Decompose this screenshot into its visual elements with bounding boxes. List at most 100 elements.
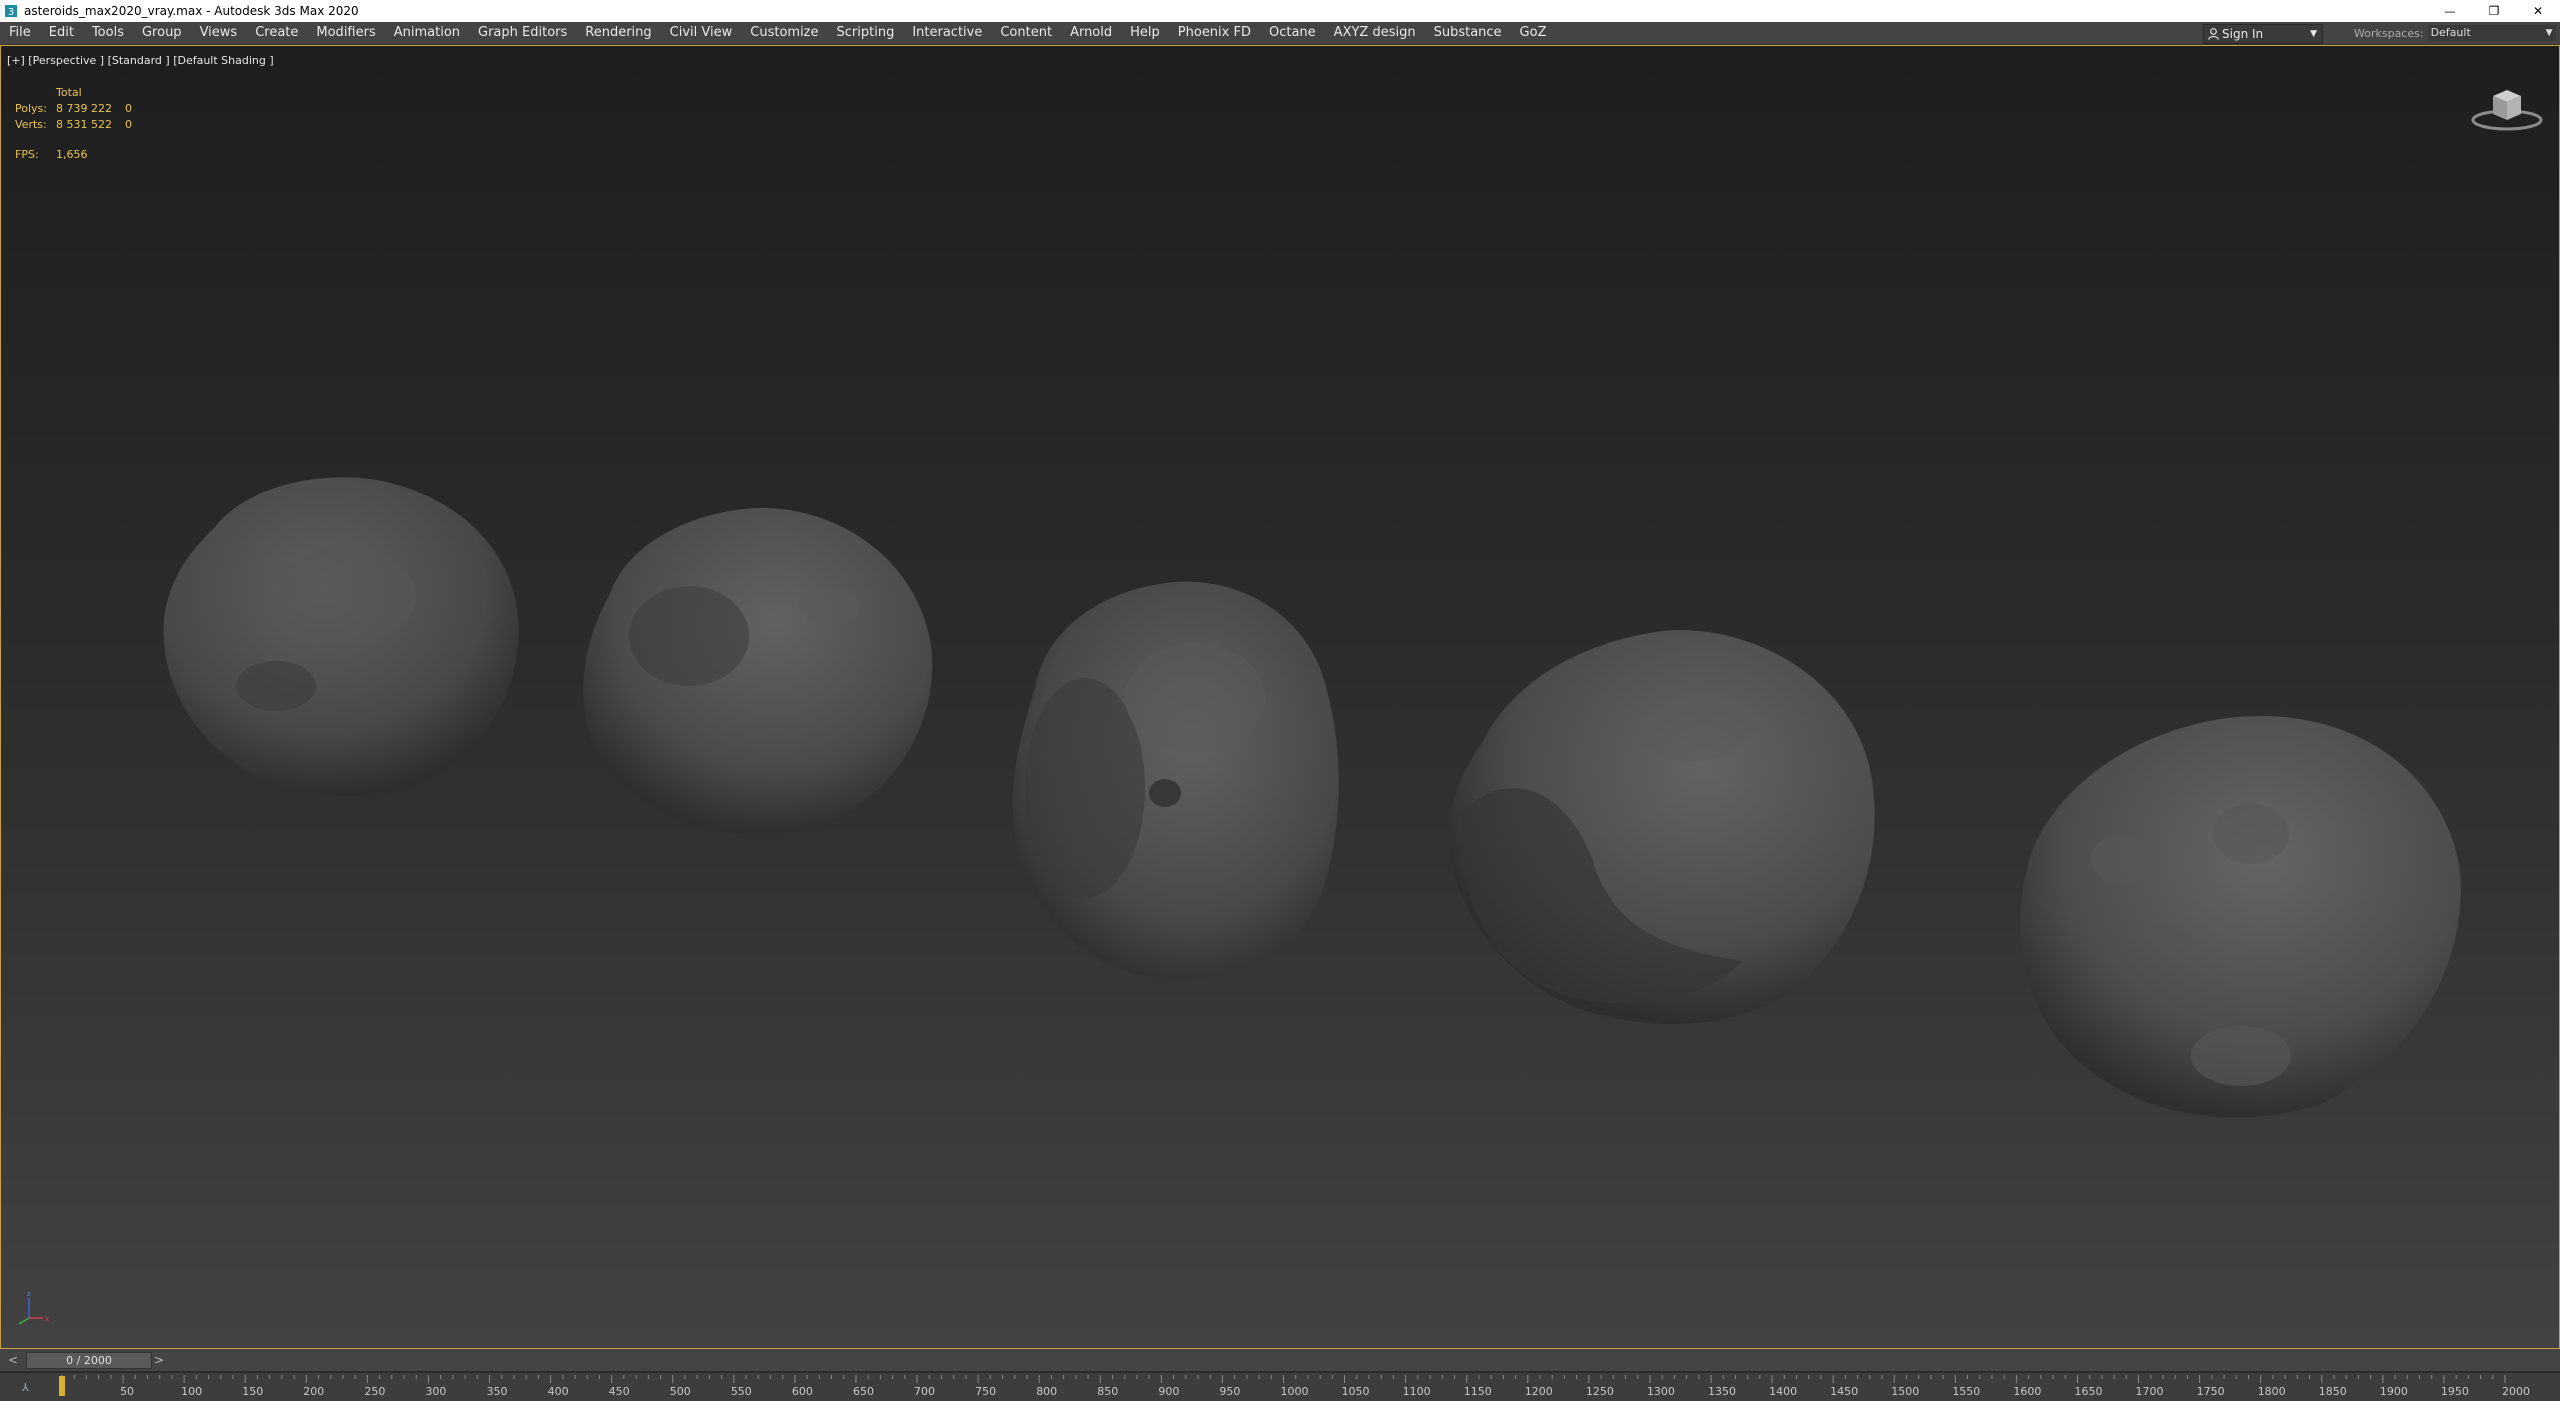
track-bar[interactable]: 50 100 150 200 250 300 350 400 450 500 550 600 650 70… — [0, 1372, 2560, 1401]
menu-civil-view[interactable]: Civil View — [661, 22, 742, 44]
menu-help[interactable]: Help — [1121, 22, 1169, 44]
timeline-tick-label: 1050 — [1342, 1385, 1370, 1398]
timeline-tick-label: 1550 — [1952, 1385, 1980, 1398]
chevron-down-icon: ▼ — [2310, 29, 2317, 39]
timeline-tick-label: 750 — [975, 1385, 996, 1398]
timeline-tick-label: 1350 — [1708, 1385, 1736, 1398]
timeline-tick-label: 1100 — [1403, 1385, 1431, 1398]
timeline-tick-label: 450 — [609, 1385, 630, 1398]
timeline-tick-label: 2000 — [2502, 1385, 2530, 1398]
timeline-tick-label: 600 — [792, 1385, 813, 1398]
menu-goz[interactable]: GoZ — [1511, 22, 1556, 44]
asteroid-1[interactable] — [156, 456, 526, 806]
restore-button[interactable]: ❐ — [2472, 0, 2516, 22]
menu-bar: File Edit Tools Group Views Create Modifiers An… — [0, 22, 2560, 45]
polys-selected-value: 0 — [125, 102, 132, 115]
timeline-tick-label: 1500 — [1891, 1385, 1919, 1398]
verts-selected-value: 0 — [125, 118, 132, 131]
timeline-tick-label: 150 — [242, 1385, 263, 1398]
timeline-tick-label: 850 — [1097, 1385, 1118, 1398]
minimize-icon: — — [2444, 4, 2456, 18]
timeline-tick-label: 200 — [303, 1385, 324, 1398]
polys-label: Polys: — [15, 102, 47, 115]
timeline-tick-label: 700 — [914, 1385, 935, 1398]
timeline-tick-label: 1650 — [2074, 1385, 2102, 1398]
timeline-playhead[interactable] — [59, 1376, 65, 1396]
timeline-tick-label: 1750 — [2197, 1385, 2225, 1398]
close-icon: ✕ — [2532, 4, 2544, 18]
time-slider-next-button[interactable]: > — [154, 1353, 164, 1367]
timeline-tick-label: 950 — [1219, 1385, 1240, 1398]
stats-total-label: Total — [56, 86, 82, 99]
minimize-button[interactable]: — — [2428, 0, 2472, 22]
menu-substance[interactable]: Substance — [1425, 22, 1511, 44]
curve-editor-icon[interactable]: ⅄ — [22, 1381, 29, 1394]
time-slider[interactable]: < 0 / 2000 > — [0, 1349, 2560, 1371]
menu-arnold[interactable]: Arnold — [1061, 22, 1121, 44]
perspective-viewport[interactable]: [+] [Perspective ] [Standard ] [Default … — [0, 45, 2560, 1349]
timeline-tick-label: 1800 — [2258, 1385, 2286, 1398]
timeline-tick-label: 1150 — [1464, 1385, 1492, 1398]
timeline-tick-label: 650 — [853, 1385, 874, 1398]
menu-rendering[interactable]: Rendering — [576, 22, 660, 44]
svg-text:z: z — [27, 1290, 31, 1298]
timeline-tick-label: 250 — [364, 1385, 385, 1398]
menu-interactive[interactable]: Interactive — [903, 22, 991, 44]
menu-phoenix-fd[interactable]: Phoenix FD — [1169, 22, 1260, 44]
sign-in-label: Sign In — [2222, 27, 2264, 41]
restore-icon: ❐ — [2488, 4, 2500, 18]
fps-value: 1,656 — [56, 148, 88, 161]
timeline-tick-label: 900 — [1158, 1385, 1179, 1398]
timeline-tick-label: 300 — [425, 1385, 446, 1398]
timeline-tick-label: 1000 — [1281, 1385, 1309, 1398]
menu-create[interactable]: Create — [246, 22, 307, 44]
window-title: asteroids_max2020_vray.max - Autodesk 3d… — [24, 4, 359, 18]
time-slider-prev-button[interactable]: < — [8, 1353, 18, 1367]
viewcube-icon[interactable] — [2469, 84, 2545, 134]
axis-tripod-icon: x z — [18, 1290, 49, 1325]
time-slider-thumb[interactable]: 0 / 2000 — [26, 1352, 152, 1369]
timeline-tick-label: 1950 — [2441, 1385, 2469, 1398]
workspaces-selector: Workspaces: Default ▼ — [2354, 24, 2556, 42]
3dsmax-app-icon: 3 — [5, 5, 17, 18]
workspace-value: Default — [2430, 26, 2471, 39]
sign-in-button[interactable]: Sign In ▼ — [2203, 24, 2323, 44]
title-bar: 3 asteroids_max2020_vray.max - Autodesk … — [0, 0, 2560, 22]
menu-group[interactable]: Group — [133, 22, 191, 44]
menu-views[interactable]: Views — [191, 22, 247, 44]
timeline-tick-label: 100 — [181, 1385, 202, 1398]
timeline-tick-label: 1900 — [2380, 1385, 2408, 1398]
asteroid-5[interactable] — [2001, 704, 2466, 1124]
menu-customize[interactable]: Customize — [741, 22, 827, 44]
asteroid-2[interactable] — [569, 496, 939, 841]
viewport-label[interactable]: [+] [Perspective ] [Standard ] [Default … — [7, 54, 274, 67]
menu-scripting[interactable]: Scripting — [828, 22, 904, 44]
menu-edit[interactable]: Edit — [40, 22, 83, 44]
menu-modifiers[interactable]: Modifiers — [307, 22, 384, 44]
timeline-tick-label: 1600 — [2013, 1385, 2041, 1398]
polys-value: 8 739 222 — [56, 102, 112, 115]
menu-octane[interactable]: Octane — [1260, 22, 1325, 44]
menu-animation[interactable]: Animation — [385, 22, 469, 44]
timeline-tick-label: 1850 — [2319, 1385, 2347, 1398]
menu-graph-editors[interactable]: Graph Editors — [469, 22, 576, 44]
workspaces-dropdown[interactable]: Default ▼ — [2427, 25, 2556, 41]
timeline-ruler: 50 100 150 200 250 300 350 400 450 500 550 600 650 70… — [61, 1375, 2530, 1398]
user-icon — [2208, 28, 2219, 40]
menu-content[interactable]: Content — [991, 22, 1061, 44]
verts-value: 8 531 522 — [56, 118, 112, 131]
svg-text:3: 3 — [8, 7, 14, 18]
timeline-tick-label: 1400 — [1769, 1385, 1797, 1398]
timeline-tick-label: 1450 — [1830, 1385, 1858, 1398]
close-button[interactable]: ✕ — [2516, 0, 2560, 22]
menu-tools[interactable]: Tools — [83, 22, 133, 44]
asteroid-3[interactable] — [1005, 568, 1345, 988]
menu-file[interactable]: File — [0, 22, 40, 44]
timeline-tick-label: 1200 — [1525, 1385, 1553, 1398]
chevron-down-icon: ▼ — [2545, 28, 2553, 38]
verts-label: Verts: — [15, 118, 47, 131]
menu-axyz-design[interactable]: AXYZ design — [1325, 22, 1425, 44]
svg-text:x: x — [45, 1315, 49, 1323]
timeline-tick-label: 400 — [548, 1385, 569, 1398]
asteroid-4[interactable] — [1443, 611, 1883, 1031]
